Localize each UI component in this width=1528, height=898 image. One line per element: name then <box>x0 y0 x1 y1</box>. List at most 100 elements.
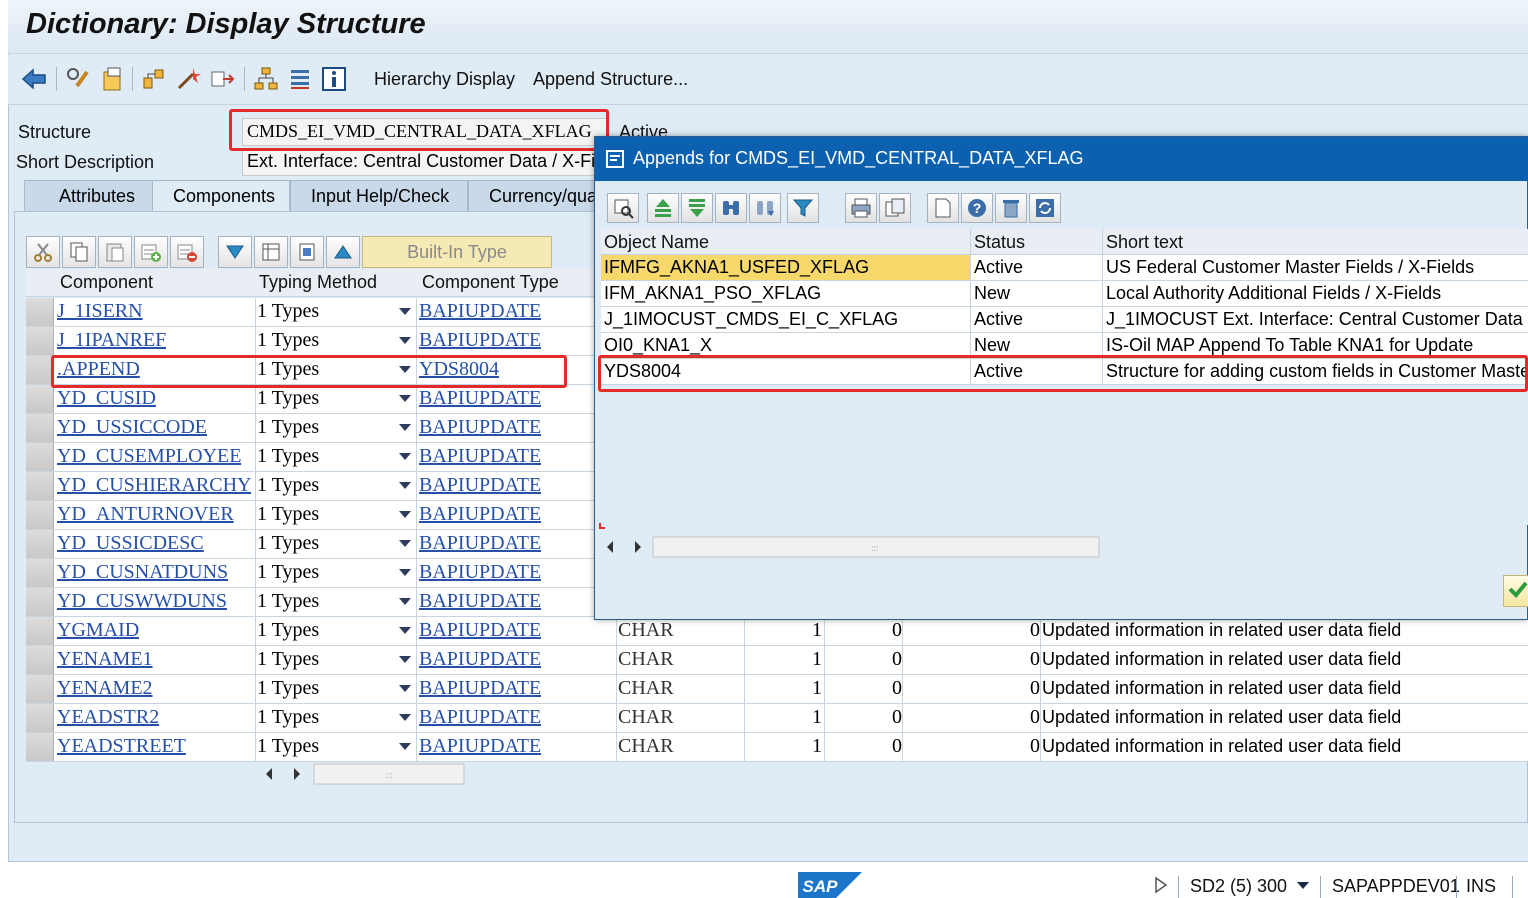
sort-up-icon[interactable] <box>326 236 360 268</box>
chevron-down-icon[interactable] <box>399 308 411 315</box>
short-text-cell[interactable]: Local Authority Additional Fields / X-Fi… <box>1103 281 1528 306</box>
chevron-down-icon[interactable] <box>399 685 411 692</box>
chevron-down-icon[interactable] <box>399 337 411 344</box>
tab-input-help[interactable]: Input Help/Check <box>290 180 468 212</box>
column-header-short-text[interactable]: Short text <box>1103 229 1528 255</box>
find-icon[interactable] <box>715 193 747 223</box>
list-item[interactable]: J_1IMOCUST_CMDS_EI_C_XFLAG Active J_1IMOCU… <box>601 307 1528 333</box>
row-selector[interactable] <box>26 617 54 645</box>
typing-method-value[interactable]: 1 Types <box>257 561 319 584</box>
sort-ascending-icon[interactable] <box>647 193 679 223</box>
component-type-link[interactable]: BAPIUPDATE <box>419 735 541 758</box>
delete-icon[interactable] <box>995 193 1027 223</box>
display-change-icon[interactable] <box>64 65 92 93</box>
sort-descending-icon[interactable] <box>681 193 713 223</box>
row-selector[interactable] <box>26 530 54 558</box>
builtin-type-button[interactable]: Built-In Type <box>362 236 552 268</box>
column-header-typing-method[interactable]: Typing Method <box>259 272 377 293</box>
activate-icon[interactable] <box>174 65 202 93</box>
component-name-link[interactable]: YGMAID <box>57 619 139 642</box>
typing-method-value[interactable]: 1 Types <box>257 619 319 642</box>
component-type-link[interactable]: BAPIUPDATE <box>419 416 541 439</box>
row-selector[interactable] <box>26 501 54 529</box>
component-type-link[interactable]: BAPIUPDATE <box>419 503 541 526</box>
component-name-link[interactable]: YD_CUSWWDUNS <box>57 590 227 613</box>
chevron-down-icon[interactable] <box>399 453 411 460</box>
row-selector[interactable] <box>26 559 54 587</box>
row-selector[interactable] <box>26 443 54 471</box>
short-description-field[interactable]: Ext. Interface: Central Customer Data / … <box>242 148 596 176</box>
chevron-down-icon[interactable] <box>399 743 411 750</box>
row-selector[interactable] <box>26 704 54 732</box>
row-selector[interactable] <box>26 588 54 616</box>
typing-method-value[interactable]: 1 Types <box>257 706 319 729</box>
copy-icon[interactable] <box>62 236 96 268</box>
object-name-cell[interactable]: IFM_AKNA1_PSO_XFLAG <box>601 281 971 306</box>
component-name-link[interactable]: YENAME1 <box>57 648 153 671</box>
table-icon[interactable] <box>290 236 324 268</box>
chevron-down-icon[interactable] <box>399 482 411 489</box>
chevron-down-icon[interactable] <box>399 714 411 721</box>
row-selector[interactable] <box>26 327 54 355</box>
column-header-component[interactable]: Component <box>60 272 153 293</box>
row-selector[interactable] <box>26 733 54 761</box>
component-type-link[interactable]: BAPIUPDATE <box>419 590 541 613</box>
component-name-link[interactable]: YEADSTREET <box>57 735 186 758</box>
component-type-link[interactable]: BAPIUPDATE <box>419 648 541 671</box>
typing-method-value[interactable]: 1 Types <box>257 387 319 410</box>
component-name-link[interactable]: YD_CUSNATDUNS <box>57 561 228 584</box>
component-name-link[interactable]: YD_CUSHIERARCHY <box>57 474 251 497</box>
component-type-link[interactable]: BAPIUPDATE <box>419 300 541 323</box>
list-icon[interactable] <box>286 65 314 93</box>
typing-method-value[interactable]: 1 Types <box>257 735 319 758</box>
typing-method-value[interactable]: 1 Types <box>257 648 319 671</box>
component-type-link[interactable]: BAPIUPDATE <box>419 387 541 410</box>
system-info[interactable]: SD2 (5) 300 <box>1190 876 1287 897</box>
typing-method-value[interactable]: 1 Types <box>257 474 319 497</box>
typing-method-value[interactable]: 1 Types <box>257 329 319 352</box>
table-row[interactable]: YEADSTREET 1 Types BAPIUPDATE CHAR 1 0 0 Update… <box>26 733 1528 762</box>
find-next-icon[interactable] <box>749 193 781 223</box>
column-header-component-type[interactable]: Component Type <box>422 272 559 293</box>
table-row[interactable]: YENAME2 1 Types BAPIUPDATE CHAR 1 0 0 Updated i… <box>26 675 1528 704</box>
filter-icon[interactable] <box>787 193 819 223</box>
input-mode[interactable]: INS <box>1466 876 1496 897</box>
back-icon[interactable] <box>20 65 48 93</box>
component-type-link[interactable]: BAPIUPDATE <box>419 561 541 584</box>
column-header-object-name[interactable]: Object Name <box>601 229 971 255</box>
component-name-link[interactable]: J_1ISERN <box>57 300 143 323</box>
object-name-cell[interactable]: J_1IMOCUST_CMDS_EI_C_XFLAG <box>601 307 971 332</box>
table-row[interactable]: YENAME1 1 Types BAPIUPDATE CHAR 1 0 0 Updated i… <box>26 646 1528 675</box>
chevron-down-icon[interactable] <box>399 598 411 605</box>
new-document-icon[interactable] <box>927 193 959 223</box>
component-name-link[interactable]: YD_USSICCODE <box>57 416 207 439</box>
object-name-cell[interactable]: IFMFG_AKNA1_USFED_XFLAG <box>601 255 971 280</box>
append-structure-button[interactable]: Append Structure... <box>533 69 688 90</box>
sort-down-icon[interactable] <box>218 236 252 268</box>
chevron-down-icon[interactable] <box>399 424 411 431</box>
chevron-down-icon[interactable] <box>399 656 411 663</box>
info-icon[interactable] <box>320 65 348 93</box>
chevron-down-icon[interactable] <box>399 511 411 518</box>
chevron-down-icon[interactable] <box>399 395 411 402</box>
export-icon[interactable] <box>879 193 911 223</box>
chevron-down-icon[interactable] <box>399 627 411 634</box>
column-header-status[interactable]: Status <box>971 229 1103 255</box>
component-name-link[interactable]: YD_CUSEMPLOYEE <box>57 445 241 468</box>
status-expand-icon[interactable] <box>1154 876 1168 898</box>
component-type-link[interactable]: BAPIUPDATE <box>419 329 541 352</box>
row-selector[interactable] <box>26 675 54 703</box>
typing-method-value[interactable]: 1 Types <box>257 300 319 323</box>
chevron-down-icon[interactable] <box>399 540 411 547</box>
help-icon[interactable]: ? <box>961 193 993 223</box>
component-type-link[interactable]: BAPIUPDATE <box>419 532 541 555</box>
hierarchy-icon[interactable] <box>252 65 280 93</box>
component-type-link[interactable]: BAPIUPDATE <box>419 445 541 468</box>
details-icon[interactable] <box>254 236 288 268</box>
typing-method-value[interactable]: 1 Types <box>257 590 319 613</box>
other-object-icon[interactable] <box>98 65 126 93</box>
typing-method-value[interactable]: 1 Types <box>257 503 319 526</box>
list-item[interactable]: IFM_AKNA1_PSO_XFLAG New Local Authority Ad… <box>601 281 1528 307</box>
component-name-link[interactable]: YD_CUSID <box>57 387 156 410</box>
component-type-link[interactable]: BAPIUPDATE <box>419 677 541 700</box>
